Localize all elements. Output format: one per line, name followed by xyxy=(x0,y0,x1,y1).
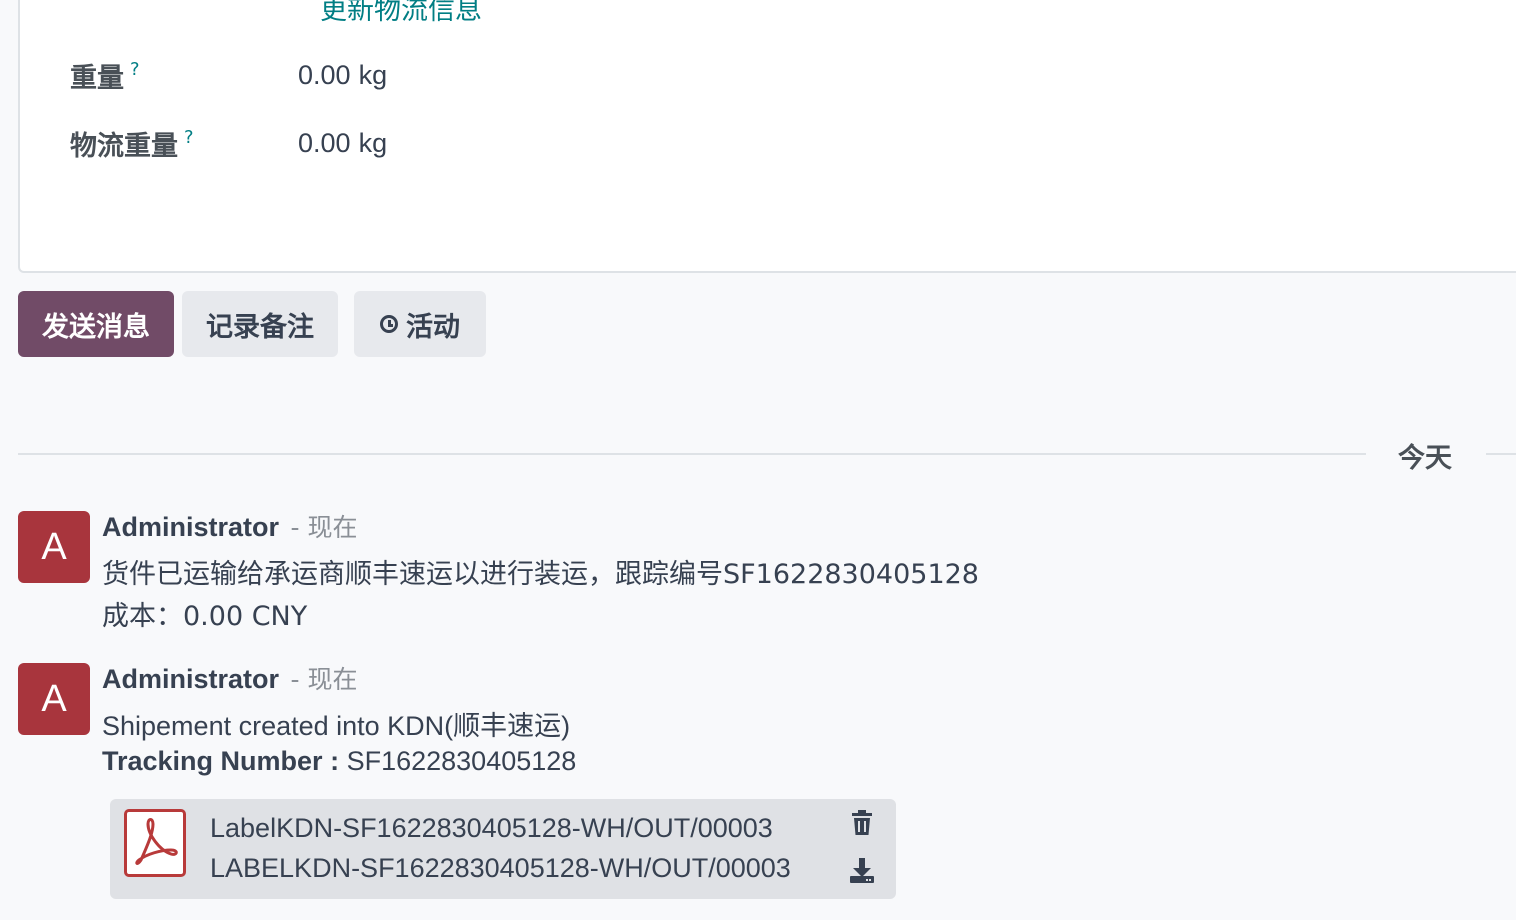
message-body-line: 货件已运输给承运商顺丰速运以进行装运，跟踪编号SF1622830405128 xyxy=(102,559,979,590)
tracking-number-label: Tracking Number : xyxy=(102,746,340,776)
shipping-weight-help-icon[interactable]: ? xyxy=(184,127,194,148)
message-header: Administrator - 现在 xyxy=(102,508,358,544)
tracking-number-value: SF1622830405128 xyxy=(346,746,577,776)
weight-value: 0.00 xyxy=(298,60,351,90)
pdf-icon[interactable] xyxy=(124,809,186,877)
message-header: Administrator - 现在 xyxy=(102,660,358,696)
log-note-button[interactable]: 记录备注 xyxy=(182,291,338,357)
separator-line-right xyxy=(1486,453,1516,455)
attachment-card[interactable]: LabelKDN-SF1622830405128-WH/OUT/00003 LA… xyxy=(110,799,896,899)
avatar[interactable]: A xyxy=(18,663,90,735)
shipping-weight-unit: kg xyxy=(358,128,388,158)
attachment-subtitle: LABELKDN-SF1622830405128-WH/OUT/00003 xyxy=(210,853,791,883)
field-label-weight: 重量? xyxy=(70,56,140,95)
message-date: - 现在 xyxy=(290,665,358,694)
field-value-shipping-weight: 0.00 kg xyxy=(298,128,387,159)
message-author[interactable]: Administrator xyxy=(102,512,279,542)
attachment-name: LabelKDN-SF1622830405128-WH/OUT/00003 xyxy=(210,813,773,843)
weight-label: 重量 xyxy=(70,63,124,94)
message-date: - 现在 xyxy=(290,513,358,542)
shipping-weight-value: 0.00 xyxy=(298,128,351,158)
weight-unit: kg xyxy=(358,60,388,90)
clock-icon xyxy=(380,315,398,333)
field-value-weight: 0.00 kg xyxy=(298,60,387,91)
separator-line-left xyxy=(18,453,1366,455)
download-icon[interactable] xyxy=(848,857,876,885)
weight-help-icon[interactable]: ? xyxy=(130,59,140,80)
send-message-button[interactable]: 发送消息 xyxy=(18,291,174,357)
trash-icon[interactable] xyxy=(848,809,876,837)
activity-button[interactable]: 活动 xyxy=(354,291,486,357)
message-tracking-line: Tracking Number : SF1622830405128 xyxy=(102,746,576,777)
activity-button-label: 活动 xyxy=(406,311,460,343)
message-body-line: Shipement created into KDN(顺丰速运) xyxy=(102,711,571,741)
message-author[interactable]: Administrator xyxy=(102,664,279,694)
date-separator-label: 今天 xyxy=(1398,443,1452,474)
field-label-shipping-weight: 物流重量? xyxy=(70,124,194,163)
avatar[interactable]: A xyxy=(18,511,90,583)
form-sheet: 更新物流信息 重量? 0.00 kg 物流重量? 0.00 kg xyxy=(18,0,1516,273)
shipping-weight-label: 物流重量 xyxy=(70,131,178,162)
update-tracking-link[interactable]: 更新物流信息 xyxy=(320,0,482,27)
message-cost-line: 成本：0.00 CNY xyxy=(102,601,308,632)
